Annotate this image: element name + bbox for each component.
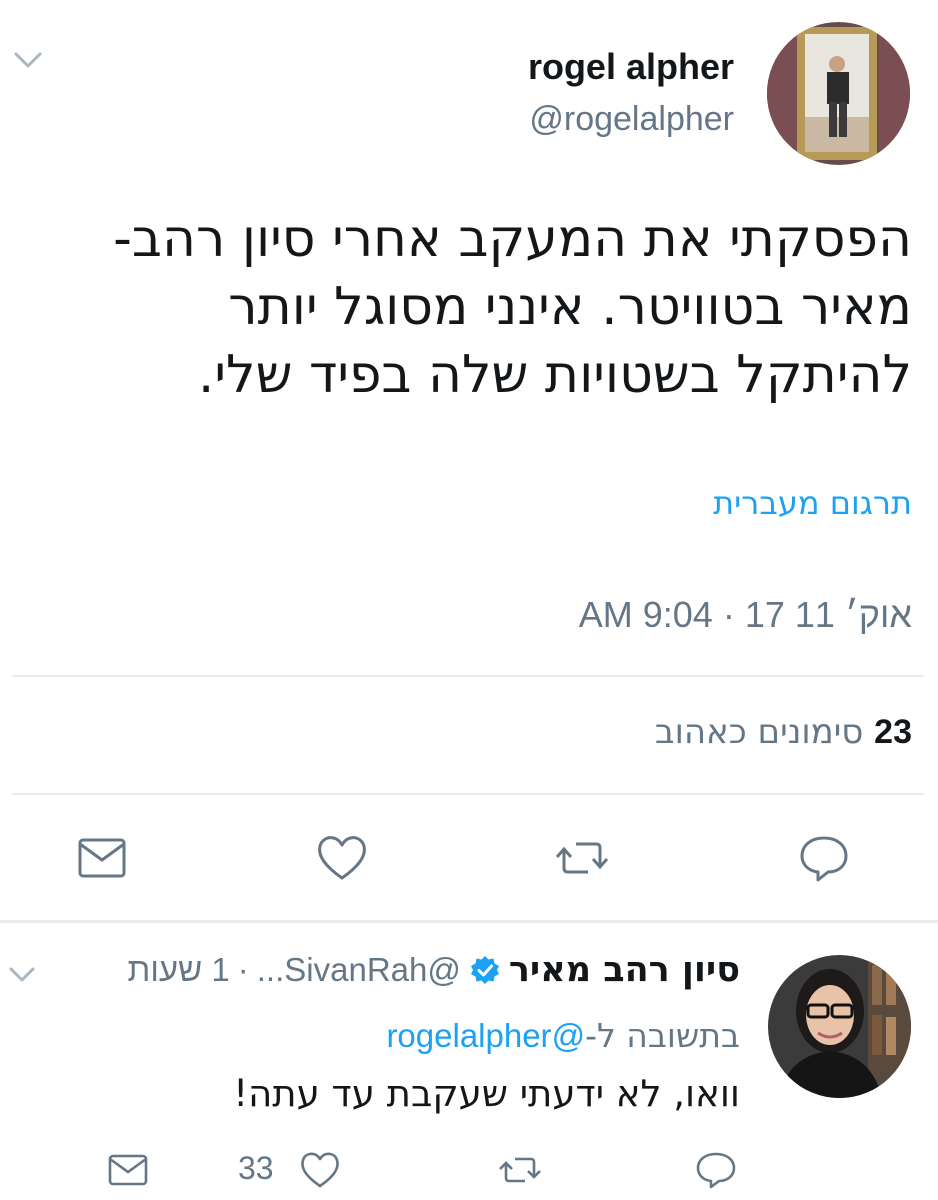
replying-to: בתשובה ל-@rogelalpher bbox=[386, 1016, 740, 1055]
likes-summary[interactable]: 23 סימונים כאהוב bbox=[655, 712, 912, 752]
translate-link[interactable]: תרגום מעברית bbox=[713, 484, 912, 522]
tweet-text-line: להיתקל בשטויות שלה בפיד שלי. bbox=[197, 345, 912, 405]
reply-reply-button[interactable] bbox=[692, 1146, 740, 1194]
retweet-icon bbox=[555, 842, 609, 874]
reply-button[interactable] bbox=[794, 828, 854, 888]
author-avatar[interactable] bbox=[767, 22, 910, 165]
section-divider bbox=[0, 920, 938, 923]
reply-author-name[interactable]: סיון רהב מאיר bbox=[509, 950, 740, 990]
reply-menu-chevron-icon[interactable] bbox=[6, 962, 38, 988]
reply-text: וואו, לא ידעתי שעקבת עד עתה! bbox=[233, 1072, 740, 1115]
reply-time: 1 שעות bbox=[127, 951, 230, 988]
separator: · bbox=[237, 951, 249, 988]
heart-icon bbox=[318, 836, 366, 880]
dm-button[interactable] bbox=[72, 828, 132, 888]
divider bbox=[12, 675, 924, 677]
reply-icon bbox=[696, 1152, 736, 1189]
tweet-text: הפסקתי את המעקב אחרי סיון רהב- מאיר בטוו… bbox=[32, 205, 912, 409]
reply-retweet-button[interactable] bbox=[496, 1146, 544, 1194]
replying-to-mention[interactable]: @rogelalpher bbox=[386, 1017, 585, 1054]
likes-count: 23 bbox=[874, 713, 912, 751]
author-handle[interactable]: @rogelalpher bbox=[529, 100, 734, 139]
reply-header: סיון רהב מאיר @SivanRah... · 1 שעות bbox=[128, 950, 740, 990]
envelope-icon bbox=[108, 1154, 148, 1186]
reply-icon bbox=[800, 836, 848, 882]
envelope-icon bbox=[78, 838, 126, 878]
retweet-button[interactable] bbox=[552, 828, 612, 888]
tweet-menu-chevron-icon[interactable] bbox=[10, 46, 46, 74]
retweet-icon bbox=[499, 1157, 541, 1183]
tweet-text-line: הפסקתי את המעקב אחרי סיון רהב- bbox=[113, 209, 912, 269]
tweet-timestamp: אוק׳ 11 17 · 9:04 AM bbox=[578, 594, 912, 635]
verified-badge-icon bbox=[469, 954, 501, 986]
like-button[interactable] bbox=[312, 828, 372, 888]
reply-author-avatar[interactable] bbox=[768, 955, 911, 1098]
heart-icon bbox=[301, 1152, 339, 1188]
reply-author-handle[interactable]: @SivanRah... bbox=[257, 951, 461, 989]
tweet-text-line: מאיר בטוויטר. אינני מסוגל יותר bbox=[228, 277, 912, 337]
reply-like-count: 33 bbox=[238, 1150, 274, 1186]
replying-to-prefix: בתשובה ל- bbox=[585, 1016, 740, 1055]
likes-label: סימונים כאהוב bbox=[654, 712, 864, 752]
author-name[interactable]: rogel alpher bbox=[528, 46, 734, 88]
reply-like-button[interactable] bbox=[296, 1146, 344, 1194]
divider bbox=[12, 793, 924, 795]
reply-dm-button[interactable] bbox=[104, 1146, 152, 1194]
